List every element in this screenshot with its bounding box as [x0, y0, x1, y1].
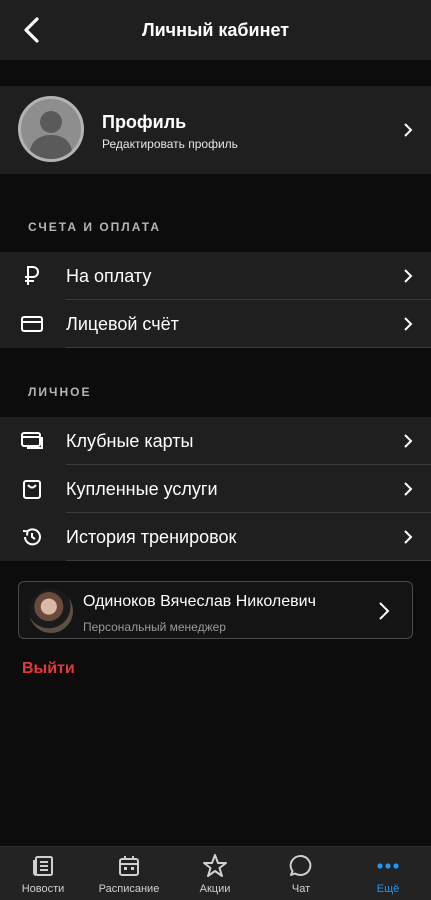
- history-icon: [20, 526, 44, 548]
- app-header: Личный кабинет: [0, 0, 431, 60]
- tab-label: Чат: [291, 883, 311, 895]
- profile-row[interactable]: Профиль Редактировать профиль: [0, 86, 431, 174]
- tab-chat[interactable]: Чат: [258, 847, 344, 900]
- menu-item-purchased-services[interactable]: Купленные услуги: [0, 465, 431, 513]
- chat-icon: [288, 853, 314, 879]
- menu-item-account[interactable]: Лицевой счёт: [0, 300, 431, 348]
- ruble-icon: [20, 265, 44, 287]
- card-icon: [20, 313, 44, 335]
- tab-label: Ещё: [376, 883, 400, 895]
- star-icon: [202, 853, 228, 879]
- tab-more[interactable]: Ещё: [345, 847, 431, 900]
- shopping-bag-icon: [20, 478, 44, 500]
- avatar: [18, 96, 84, 162]
- profile-title: Профиль: [102, 112, 187, 132]
- divider: [66, 560, 431, 561]
- menu-item-label: Купленные услуги: [66, 478, 218, 499]
- calendar-icon: [116, 853, 142, 879]
- manager-avatar: [29, 589, 73, 633]
- manager-name: Одиноков Вячеслав Николевич: [83, 593, 316, 610]
- divider: [66, 347, 431, 348]
- billing-group: На оплату Лицевой счёт: [0, 252, 431, 348]
- menu-item-label: На оплату: [66, 265, 152, 286]
- manager-role: Персональный менеджер: [83, 620, 226, 634]
- logout-button[interactable]: Выйти: [22, 660, 75, 678]
- menu-item-label: История тренировок: [66, 526, 237, 547]
- chevron-right-icon: [404, 530, 413, 544]
- club-card-icon: [20, 430, 44, 452]
- menu-item-training-history[interactable]: История тренировок: [0, 513, 431, 561]
- chevron-right-icon: [404, 482, 413, 496]
- page-title: Личный кабинет: [141, 19, 290, 40]
- section-label-personal: ЛИЧНОЕ: [28, 385, 92, 399]
- menu-item-club-cards[interactable]: Клубные карты: [0, 417, 431, 465]
- tab-label: Новости: [21, 883, 65, 895]
- news-icon: [30, 853, 56, 879]
- chevron-right-icon: [404, 434, 413, 448]
- tab-promotions[interactable]: Акции: [172, 847, 258, 900]
- menu-item-label: Клубные карты: [66, 430, 194, 451]
- menu-item-label: Лицевой счёт: [66, 313, 179, 334]
- bottom-tab-bar: Новости Расписание Акции Чат Ещё: [0, 846, 431, 900]
- menu-item-payment[interactable]: На оплату: [0, 252, 431, 300]
- more-icon: [375, 853, 401, 879]
- section-label-billing: СЧЕТА И ОПЛАТА: [28, 220, 162, 234]
- tab-news[interactable]: Новости: [0, 847, 86, 900]
- chevron-left-icon: [24, 17, 39, 43]
- profile-subtitle: Редактировать профиль: [102, 137, 238, 151]
- back-button[interactable]: [14, 12, 50, 48]
- chevron-right-icon: [404, 123, 413, 137]
- chevron-right-icon: [404, 317, 413, 331]
- manager-card[interactable]: Одиноков Вячеслав Николевич Персональный…: [18, 581, 413, 639]
- chevron-right-icon: [404, 269, 413, 283]
- tab-label: Акции: [199, 883, 231, 895]
- tab-label: Расписание: [98, 883, 160, 895]
- user-silhouette-icon: [29, 111, 73, 159]
- tab-schedule[interactable]: Расписание: [86, 847, 172, 900]
- chevron-right-icon: [379, 602, 390, 620]
- personal-group: Клубные карты Купленные услуги История т…: [0, 417, 431, 561]
